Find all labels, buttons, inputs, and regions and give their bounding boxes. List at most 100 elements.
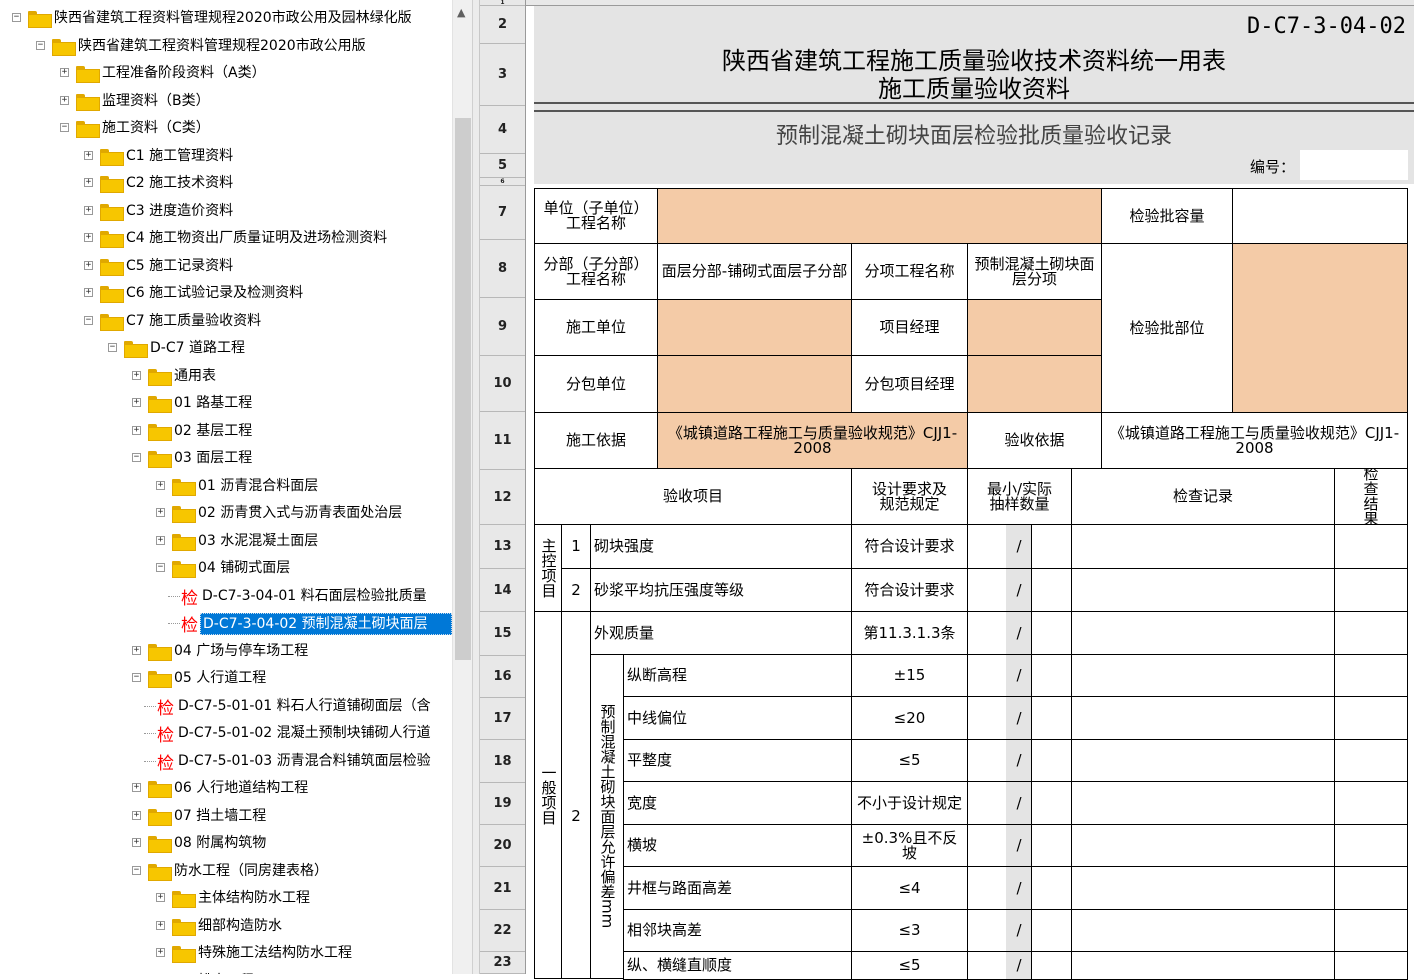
expand-icon[interactable]: + <box>156 508 165 517</box>
tree-node-label[interactable]: 工程准备阶段资料（A类） <box>100 63 268 83</box>
tree-node[interactable]: − 04 铺砌式面层 <box>0 555 452 581</box>
row-number[interactable]: 17 <box>480 698 525 740</box>
check-result-input[interactable] <box>1334 696 1408 740</box>
tree-node[interactable]: + 通用表 <box>0 363 452 389</box>
row-number[interactable]: 2 <box>480 6 525 44</box>
tree-node-label[interactable]: 特殊施工法结构防水工程 <box>196 943 354 963</box>
expand-icon[interactable]: + <box>60 95 69 105</box>
expand-icon[interactable]: + <box>132 645 141 655</box>
check-record-input[interactable] <box>1071 611 1335 655</box>
tree-node-label[interactable]: 监理资料（B类） <box>100 91 212 111</box>
check-result-input[interactable] <box>1334 909 1408 952</box>
sample-actual[interactable] <box>1031 909 1072 952</box>
check-record-input[interactable] <box>1071 866 1335 910</box>
tree-node[interactable]: + C6 施工试验记录及检测资料 <box>0 280 452 306</box>
collapse-icon[interactable]: − <box>60 123 69 132</box>
expand-icon[interactable]: + <box>156 893 165 902</box>
row-number[interactable]: 21 <box>480 867 525 910</box>
check-record-input[interactable] <box>1071 739 1335 782</box>
tree-node-label[interactable]: C7 施工质量验收资料 <box>124 311 263 331</box>
tree-node[interactable]: − 03 面层工程 <box>0 445 452 471</box>
sample-min[interactable] <box>967 909 1007 952</box>
collapse-icon[interactable]: − <box>156 563 165 572</box>
check-record-input[interactable] <box>1071 696 1335 740</box>
collapse-icon[interactable]: − <box>132 865 141 875</box>
tree-node[interactable]: 检 D-C7-5-01-01 料石人行道铺砌面层（含 <box>0 693 452 719</box>
tree-node-label[interactable]: 07 挡土墙工程 <box>172 806 268 826</box>
division-value[interactable]: 面层分部-铺砌式面层子分部 <box>657 243 852 300</box>
tree-node[interactable]: − D-C7 道路工程 <box>0 335 452 361</box>
tree-node[interactable]: 检 D-C7-3-04-01 料石面层检验批质量 <box>0 583 452 609</box>
collapse-icon[interactable]: − <box>36 40 45 50</box>
tree-node-label[interactable]: 02 沥青贯入式与沥青表面处治层 <box>196 503 404 523</box>
accept-basis-value[interactable]: 《城镇道路工程施工与质量验收规范》CJJ1-2008 <box>1101 412 1408 469</box>
row-number[interactable]: 19 <box>480 783 525 825</box>
row-number[interactable]: 9 <box>480 298 525 356</box>
construction-unit-input[interactable] <box>657 299 852 356</box>
expand-icon[interactable]: + <box>132 398 141 407</box>
tree-node-label[interactable]: 陕西省建筑工程资料管理规程2020市政公用及园林绿化版 <box>52 8 414 28</box>
sample-min[interactable] <box>967 866 1007 910</box>
tree-node[interactable]: − 05 人行道工程 <box>0 665 452 691</box>
check-result-input[interactable] <box>1334 524 1408 569</box>
tree-node[interactable]: + 工程准备阶段资料（A类） <box>0 60 452 86</box>
sample-actual[interactable] <box>1031 739 1072 782</box>
tree-node[interactable]: 检 D-C7-3-04-02 预制混凝土砌块面层 <box>0 610 452 636</box>
tree-node[interactable]: − 防水工程（同房建表格） <box>0 858 452 884</box>
tree-node[interactable]: +08 附属构筑物 <box>0 830 452 856</box>
tree-node[interactable]: +02 基层工程 <box>0 418 452 444</box>
tree-node-label[interactable]: C1 施工管理资料 <box>124 146 235 166</box>
serial-input[interactable] <box>1300 150 1408 180</box>
check-result-input[interactable] <box>1334 739 1408 782</box>
expand-icon[interactable]: + <box>84 288 93 297</box>
tree-node-label[interactable]: 08 附属构筑物 <box>172 833 268 853</box>
expand-icon[interactable]: + <box>84 150 93 160</box>
expand-icon[interactable]: + <box>84 260 93 270</box>
tree-node-label[interactable]: 04 铺砌式面层 <box>196 558 292 578</box>
tree-node-label[interactable]: 06 人行地道结构工程 <box>172 778 310 798</box>
tree-node[interactable]: + 细部构造防水 <box>0 913 452 939</box>
tree-node[interactable]: +排水工程 <box>0 968 452 974</box>
expand-icon[interactable]: + <box>156 920 165 930</box>
row-number[interactable]: 15 <box>480 612 525 656</box>
expand-icon[interactable]: + <box>84 233 93 242</box>
tree-node-label[interactable]: 05 人行道工程 <box>172 668 268 688</box>
sample-min[interactable] <box>967 568 1007 612</box>
sample-actual[interactable] <box>1031 866 1072 910</box>
expand-icon[interactable]: + <box>132 838 141 847</box>
sample-min[interactable] <box>967 654 1007 697</box>
tree-node[interactable]: + C2 施工技术资料 <box>0 170 452 196</box>
tree-node[interactable]: − 陕西省建筑工程资料管理规程2020市政公用版 <box>0 33 452 59</box>
tree-node-label[interactable]: D-C7 道路工程 <box>148 338 247 358</box>
row-number[interactable]: 23 <box>480 952 525 974</box>
expand-icon[interactable]: + <box>132 810 141 820</box>
check-record-input[interactable] <box>1071 568 1335 612</box>
collapse-icon[interactable]: − <box>108 343 117 352</box>
check-result-input[interactable] <box>1334 866 1408 910</box>
tree-node-label[interactable]: C6 施工试验记录及检测资料 <box>124 283 305 303</box>
tree-node[interactable]: +03 水泥混凝土面层 <box>0 528 452 554</box>
tree-node-label[interactable]: C3 进度造价资料 <box>124 201 235 221</box>
check-result-input[interactable] <box>1334 951 1408 980</box>
expand-icon[interactable]: + <box>132 783 141 792</box>
scroll-up-icon[interactable]: ▲ <box>457 6 465 19</box>
tree-node[interactable]: + C4 施工物资出厂质量证明及进场检测资料 <box>0 225 452 251</box>
tree-scrollbar[interactable]: ▲ <box>452 0 472 974</box>
splitter-bar[interactable] <box>472 0 480 974</box>
collapse-icon[interactable]: − <box>12 13 21 22</box>
tree-node-label[interactable]: D-C7-5-01-03 沥青混合料铺筑面层检验 <box>176 751 433 771</box>
row-number[interactable]: 4 <box>480 106 525 154</box>
row-number[interactable]: 16 <box>480 656 525 698</box>
sample-actual[interactable] <box>1031 824 1072 867</box>
row-number[interactable]: 20 <box>480 825 525 867</box>
sample-actual[interactable] <box>1031 611 1072 655</box>
sample-actual[interactable] <box>1031 781 1072 825</box>
tree-node[interactable]: + C1 施工管理资料 <box>0 143 452 169</box>
expand-icon[interactable]: + <box>156 480 165 490</box>
row-number[interactable]: 5 <box>480 154 525 178</box>
collapse-icon[interactable]: − <box>132 673 141 682</box>
check-record-input[interactable] <box>1071 824 1335 867</box>
tree-node-label[interactable]: D-C7-3-04-01 料石面层检验批质量 <box>200 586 429 606</box>
tree-node[interactable]: + C3 进度造价资料 <box>0 198 452 224</box>
row-number[interactable]: 10 <box>480 356 525 412</box>
